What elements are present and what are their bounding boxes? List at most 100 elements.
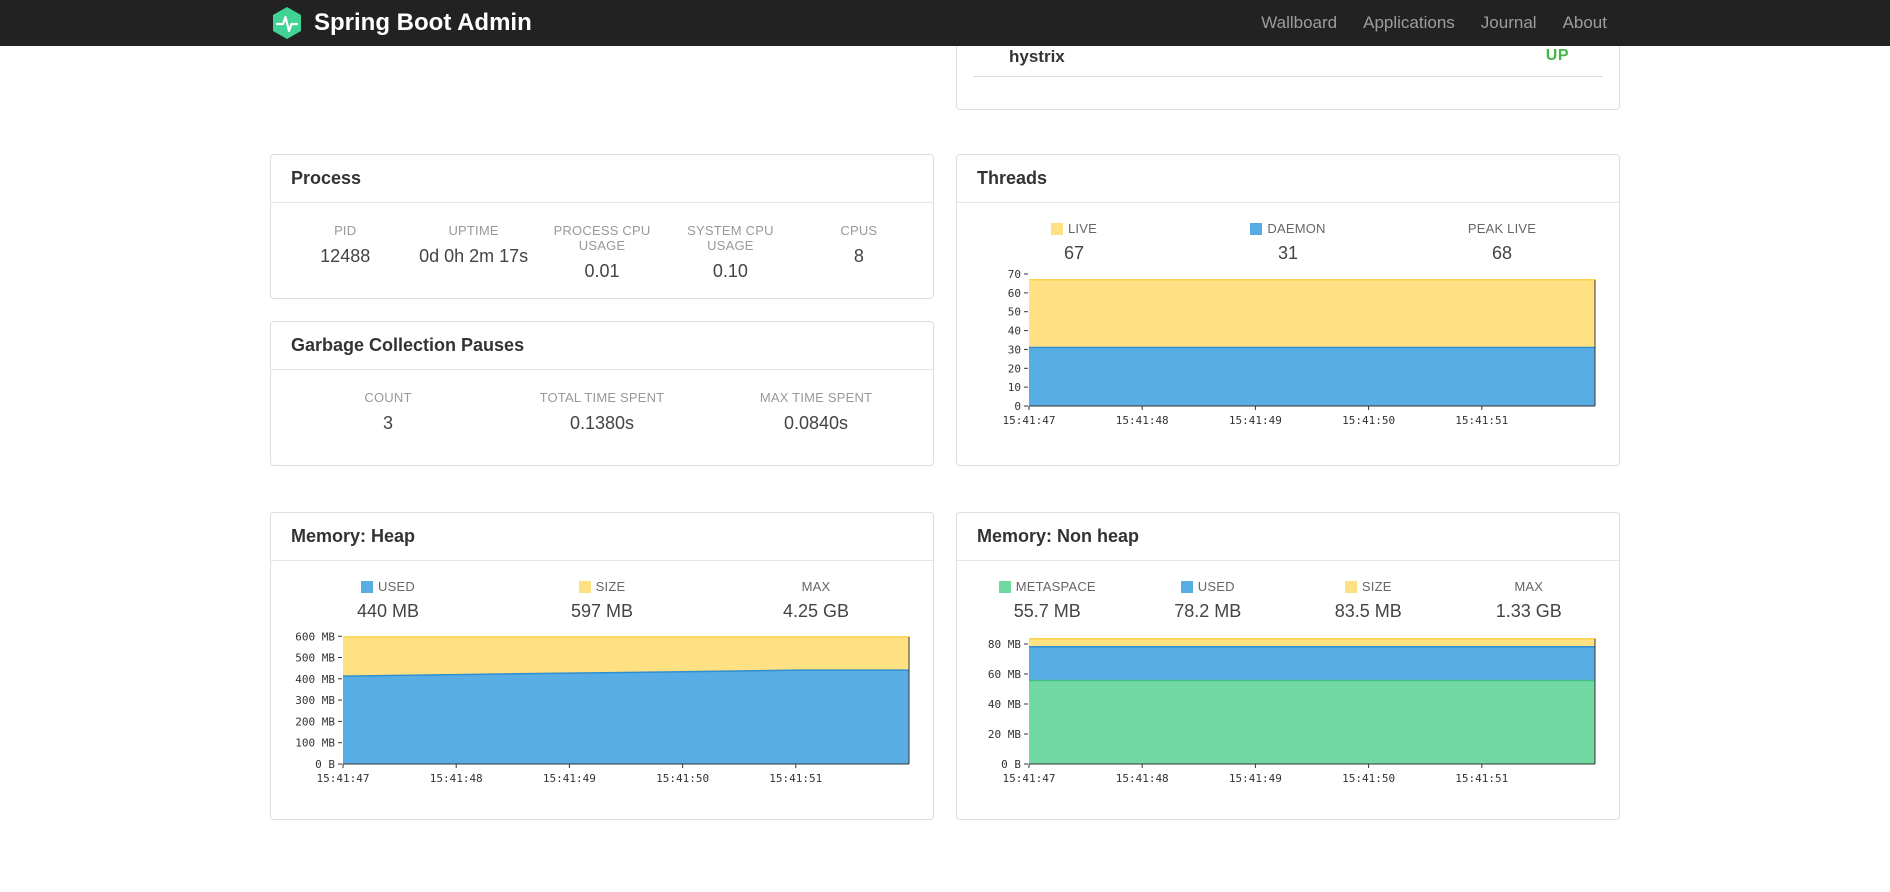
- svg-text:0 B: 0 B: [315, 758, 335, 771]
- legend-value: 597 MB: [570, 601, 634, 621]
- legend-item-daemon: DAEMON 31: [1181, 221, 1395, 264]
- svg-text:40: 40: [1008, 325, 1021, 338]
- svg-text:40 MB: 40 MB: [988, 698, 1021, 711]
- legend-label: USED: [378, 579, 415, 594]
- nav-item-about[interactable]: About: [1550, 13, 1620, 33]
- nav-item-applications[interactable]: Applications: [1350, 13, 1468, 33]
- process-panel: Process PID 12488 UPTIME 0d 0h 2m 17s PR…: [270, 154, 934, 299]
- gc-metrics: COUNT 3 TOTAL TIME SPENT 0.1380s MAX TIM…: [271, 370, 933, 454]
- metric-label: CPUS: [840, 223, 878, 238]
- threads-legend: LIVE 67 DAEMON 31 PEAK LIVE 68: [957, 203, 1619, 264]
- svg-text:400 MB: 400 MB: [295, 673, 335, 686]
- legend-value: 78.2 MB: [1174, 601, 1242, 621]
- metric-value: 0.01: [584, 261, 620, 281]
- used-swatch-icon: [1180, 580, 1193, 593]
- legend-label: LIVE: [1068, 221, 1097, 236]
- metric-pid: PID 12488: [281, 223, 409, 282]
- metric-value: 0.10: [712, 261, 748, 281]
- svg-text:15:41:47: 15:41:47: [1003, 772, 1056, 785]
- legend-label: SIZE: [595, 579, 626, 594]
- svg-text:15:41:50: 15:41:50: [656, 772, 709, 785]
- legend-label: MAX: [1514, 579, 1544, 594]
- top-navbar: Spring Boot Admin Wallboard Applications…: [0, 0, 1890, 46]
- svg-text:60: 60: [1008, 287, 1021, 300]
- metric-label: PROCESS CPU USAGE: [553, 223, 651, 253]
- metric-label: COUNT: [364, 390, 412, 405]
- live-swatch-icon: [1051, 222, 1063, 235]
- svg-text:15:41:51: 15:41:51: [1455, 772, 1508, 785]
- metric-value: 12488: [320, 246, 371, 266]
- gc-pauses-panel: Garbage Collection Pauses COUNT 3 TOTAL …: [270, 321, 934, 466]
- legend-label: USED: [1197, 579, 1235, 594]
- heap-legend: USED 440 MB SIZE 597 MB MAX 4.25 GB: [271, 561, 933, 622]
- svg-text:100 MB: 100 MB: [295, 737, 335, 750]
- svg-text:15:41:47: 15:41:47: [317, 772, 370, 785]
- daemon-swatch-icon: [1250, 222, 1263, 235]
- heap-chart: 0 B 100 MB 200 MB 300 MB 400 MB 500 MB 600 MB 1…: [271, 624, 933, 800]
- svg-text:15:41:48: 15:41:48: [1116, 414, 1169, 427]
- svg-text:15:41:48: 15:41:48: [1116, 772, 1169, 785]
- legend-item-size: SIZE 597 MB: [495, 579, 709, 622]
- svg-text:15:41:49: 15:41:49: [543, 772, 596, 785]
- gc-panel-title: Garbage Collection Pauses: [271, 322, 933, 370]
- metric-value: 8: [853, 246, 864, 266]
- svg-text:500 MB: 500 MB: [295, 652, 335, 665]
- metric-system-cpu-usage: SYSTEM CPU USAGE 0.10: [666, 223, 794, 282]
- application-row-hystrix[interactable]: hystrix UP: [973, 46, 1603, 77]
- brand[interactable]: Spring Boot Admin: [270, 6, 532, 40]
- left-column: Process PID 12488 UPTIME 0d 0h 2m 17s PR…: [270, 46, 934, 820]
- metric-cpus: CPUS 8: [795, 223, 923, 282]
- svg-text:15:41:49: 15:41:49: [1229, 414, 1282, 427]
- memory-nonheap-panel: Memory: Non heap METASPACE 55.7 MB USED …: [956, 512, 1620, 820]
- metric-value: 0.1380s: [569, 413, 635, 433]
- legend-value: 67: [1063, 243, 1085, 263]
- used-swatch-icon: [361, 580, 374, 593]
- svg-text:15:41:50: 15:41:50: [1342, 772, 1395, 785]
- legend-label: DAEMON: [1267, 221, 1326, 236]
- right-column: hystrix UP Threads LIVE 67 DAEMON 31 PEA…: [956, 46, 1620, 820]
- metric-gc-max-time: MAX TIME SPENT 0.0840s: [709, 390, 923, 434]
- legend-label: METASPACE: [1015, 579, 1096, 594]
- legend-value: 68: [1491, 243, 1513, 263]
- metric-label: SYSTEM CPU USAGE: [687, 223, 774, 253]
- legend-item-max: MAX 1.33 GB: [1449, 579, 1610, 622]
- svg-text:60 MB: 60 MB: [988, 668, 1021, 681]
- svg-text:20 MB: 20 MB: [988, 728, 1021, 741]
- nonheap-chart: 0 B 20 MB 40 MB 60 MB 80 MB 15:41:47 15:41:48 1…: [957, 624, 1619, 800]
- svg-text:15:41:50: 15:41:50: [1342, 414, 1395, 427]
- brand-title: Spring Boot Admin: [314, 9, 532, 36]
- svg-text:15:41:49: 15:41:49: [1229, 772, 1282, 785]
- navbar-container: Spring Boot Admin Wallboard Applications…: [270, 0, 1620, 46]
- legend-item-used: USED 440 MB: [281, 579, 495, 622]
- process-metrics: PID 12488 UPTIME 0d 0h 2m 17s PROCESS CP…: [271, 203, 933, 302]
- svg-text:0 B: 0 B: [1001, 758, 1021, 771]
- metric-process-cpu-usage: PROCESS CPU USAGE 0.01: [538, 223, 666, 282]
- svg-text:0: 0: [1014, 400, 1021, 413]
- svg-text:80 MB: 80 MB: [988, 638, 1021, 651]
- legend-item-metaspace: METASPACE 55.7 MB: [967, 579, 1128, 622]
- svg-text:600 MB: 600 MB: [295, 630, 335, 643]
- legend-label: SIZE: [1361, 579, 1392, 594]
- nav-links: Wallboard Applications Journal About: [1248, 13, 1620, 33]
- nav-item-wallboard[interactable]: Wallboard: [1248, 13, 1350, 33]
- size-swatch-icon: [1344, 580, 1357, 593]
- metric-label: PID: [334, 223, 357, 238]
- legend-value: 4.25 GB: [782, 601, 850, 621]
- svg-text:200 MB: 200 MB: [295, 715, 335, 728]
- legend-label: PEAK LIVE: [1467, 221, 1537, 236]
- nonheap-legend: METASPACE 55.7 MB USED 78.2 MB SIZE 83.5…: [957, 561, 1619, 622]
- main-content: Process PID 12488 UPTIME 0d 0h 2m 17s PR…: [270, 46, 1620, 820]
- svg-text:300 MB: 300 MB: [295, 694, 335, 707]
- svg-text:20: 20: [1008, 362, 1021, 375]
- legend-item-used: USED 78.2 MB: [1128, 579, 1289, 622]
- metric-gc-count: COUNT 3: [281, 390, 495, 434]
- metric-value: 0d 0h 2m 17s: [419, 246, 529, 266]
- process-panel-title: Process: [271, 155, 933, 203]
- metric-label: TOTAL TIME SPENT: [539, 390, 665, 405]
- legend-value: 31: [1277, 243, 1299, 263]
- metric-gc-total-time: TOTAL TIME SPENT 0.1380s: [495, 390, 709, 434]
- threads-chart: 0 10 20 30 40 50 60 70 15:41:47 15:41:48 15:41:49 1…: [957, 266, 1619, 442]
- legend-value: 55.7 MB: [1013, 601, 1081, 621]
- nav-item-journal[interactable]: Journal: [1468, 13, 1550, 33]
